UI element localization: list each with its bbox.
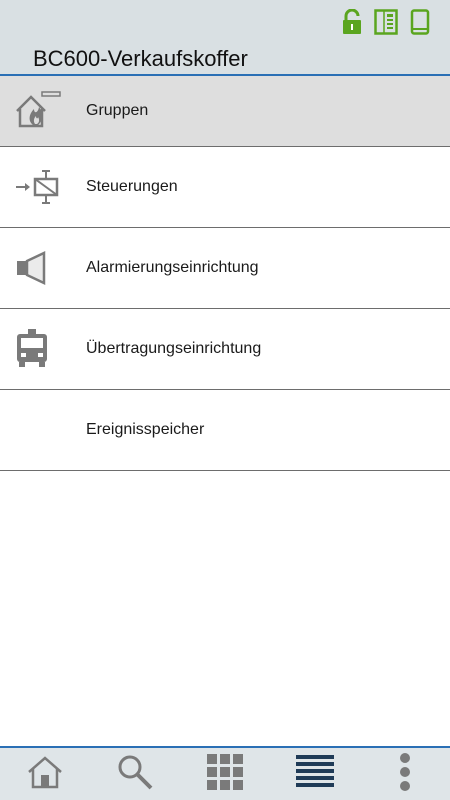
home-icon	[27, 755, 63, 794]
status-icons	[340, 8, 432, 35]
home-tab[interactable]	[20, 752, 70, 796]
menu-item-gruppen[interactable]: Gruppen	[0, 76, 450, 147]
lock-open-icon[interactable]	[340, 8, 364, 35]
bottom-nav-bar	[0, 746, 450, 800]
grid-tab[interactable]	[200, 752, 250, 796]
menu-item-label: Ereignisspeicher	[86, 421, 205, 438]
house-fire-icon	[14, 91, 64, 131]
header-bar: BC600-Verkaufskoffer	[0, 0, 450, 76]
relay-control-icon	[14, 167, 64, 207]
speaker-icon	[14, 248, 64, 288]
main-menu: Gruppen Steuerungen Alarmierungseinricht…	[0, 76, 450, 471]
menu-item-label: Alarmierungseinrichtung	[86, 259, 259, 276]
menu-item-ereignisspeicher[interactable]: Ereignisspeicher	[0, 390, 450, 471]
more-tab[interactable]	[380, 752, 430, 796]
menu-item-alarmierungseinrichtung[interactable]: Alarmierungseinrichtung	[0, 228, 450, 309]
menu-item-uebertragungseinrichtung[interactable]: Übertragungseinrichtung	[0, 309, 450, 390]
panel-icon[interactable]	[374, 9, 398, 35]
menu-item-label: Gruppen	[86, 102, 149, 119]
menu-item-label: Übertragungseinrichtung	[86, 340, 262, 357]
grid-icon	[207, 753, 243, 795]
page-title: BC600-Verkaufskoffer	[33, 46, 248, 71]
menu-item-steuerungen[interactable]: Steuerungen	[0, 147, 450, 228]
list-icon	[296, 754, 334, 795]
phone-icon[interactable]	[408, 9, 432, 35]
more-icon	[398, 752, 412, 796]
menu-item-label: Steuerungen	[86, 178, 178, 195]
fire-truck-icon	[14, 329, 64, 369]
list-tab[interactable]	[290, 752, 340, 796]
search-tab[interactable]	[110, 752, 160, 796]
search-icon	[117, 754, 153, 795]
